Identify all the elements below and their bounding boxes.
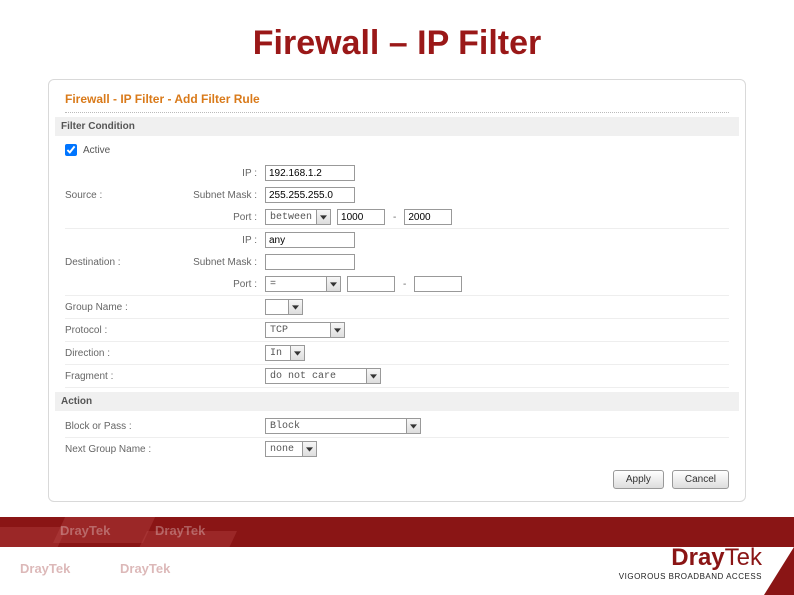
dash-icon: - xyxy=(391,212,398,223)
brand-block: DrayTek VIGOROUS BROADBAND ACCESS xyxy=(619,544,762,581)
group-name-select[interactable] xyxy=(265,299,303,315)
next-group-select[interactable]: none xyxy=(265,441,317,457)
ghost-logo: DrayTek xyxy=(20,561,70,576)
fragment-label: Fragment : xyxy=(65,371,185,382)
dest-port-label: Port : xyxy=(185,279,265,290)
brand-logo: DrayTek xyxy=(619,544,762,572)
ghost-logo: DrayTek xyxy=(120,561,170,576)
cancel-button[interactable]: Cancel xyxy=(672,470,729,489)
brand-tagline: VIGOROUS BROADBAND ACCESS xyxy=(619,572,762,581)
direction-select[interactable]: In xyxy=(265,345,305,361)
direction-label: Direction : xyxy=(65,348,185,359)
dest-subnet-input[interactable] xyxy=(265,254,355,270)
chevron-down-icon xyxy=(290,346,304,360)
dest-label: Destination : xyxy=(65,257,185,268)
ghost-logo: DrayTek xyxy=(60,523,110,538)
dest-port-from-input[interactable] xyxy=(347,276,395,292)
source-ip-label: IP : xyxy=(185,168,265,179)
block-or-pass-label: Block or Pass : xyxy=(65,421,185,432)
chevron-down-icon xyxy=(366,369,380,383)
section-filter-condition: Filter Condition xyxy=(55,117,739,136)
chevron-down-icon xyxy=(330,323,344,337)
source-ip-input[interactable] xyxy=(265,165,355,181)
source-port-label: Port : xyxy=(185,212,265,223)
dash-icon: - xyxy=(401,279,408,290)
active-label: Active xyxy=(83,145,110,156)
group-name-label: Group Name : xyxy=(65,302,185,313)
source-port-to-input[interactable] xyxy=(404,209,452,225)
source-port-mode-select[interactable]: between xyxy=(265,209,331,225)
protocol-label: Protocol : xyxy=(65,325,185,336)
protocol-select[interactable]: TCP xyxy=(265,322,345,338)
chevron-down-icon xyxy=(316,210,330,224)
active-checkbox[interactable] xyxy=(65,144,77,156)
source-port-from-input[interactable] xyxy=(337,209,385,225)
source-label: Source : xyxy=(65,190,185,201)
source-subnet-input[interactable] xyxy=(265,187,355,203)
apply-button[interactable]: Apply xyxy=(613,470,664,489)
chevron-down-icon xyxy=(326,277,340,291)
dest-port-mode-select[interactable]: = xyxy=(265,276,341,292)
chevron-down-icon xyxy=(406,419,420,433)
chevron-down-icon xyxy=(302,442,316,456)
dest-ip-input[interactable] xyxy=(265,232,355,248)
dest-ip-label: IP : xyxy=(185,235,265,246)
fragment-select[interactable]: do not care xyxy=(265,368,381,384)
source-subnet-label: Subnet Mask : xyxy=(185,190,265,201)
panel-heading: Firewall - IP Filter - Add Filter Rule xyxy=(65,92,729,113)
filter-rule-panel: Firewall - IP Filter - Add Filter Rule F… xyxy=(48,79,746,502)
ghost-logo: DrayTek xyxy=(155,523,205,538)
dest-subnet-label: Subnet Mask : xyxy=(185,257,265,268)
page-title: Firewall – IP Filter xyxy=(0,0,794,79)
footer-chevron xyxy=(764,547,794,595)
footer-banner: DrayTek DrayTek DrayTek DrayTek DrayTek … xyxy=(0,517,794,595)
dest-port-to-input[interactable] xyxy=(414,276,462,292)
block-or-pass-select[interactable]: Block xyxy=(265,418,421,434)
next-group-label: Next Group Name : xyxy=(65,444,185,455)
chevron-down-icon xyxy=(288,300,302,314)
section-action: Action xyxy=(55,392,739,411)
